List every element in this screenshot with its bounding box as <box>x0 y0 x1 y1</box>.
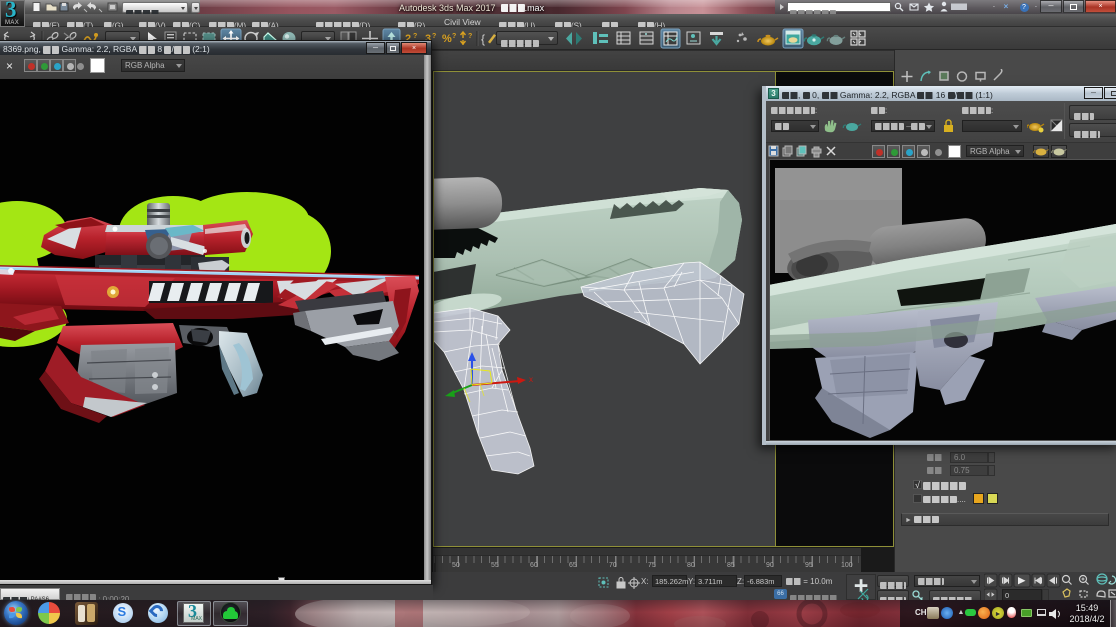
svg-text:?: ? <box>452 33 456 40</box>
svg-text:?: ? <box>468 33 472 40</box>
svg-text:{: { <box>481 32 485 46</box>
svg-text:?: ? <box>413 33 417 40</box>
svg-text:x: x <box>529 375 533 384</box>
svg-text:%: % <box>442 33 452 45</box>
svg-text:?: ? <box>432 33 436 40</box>
